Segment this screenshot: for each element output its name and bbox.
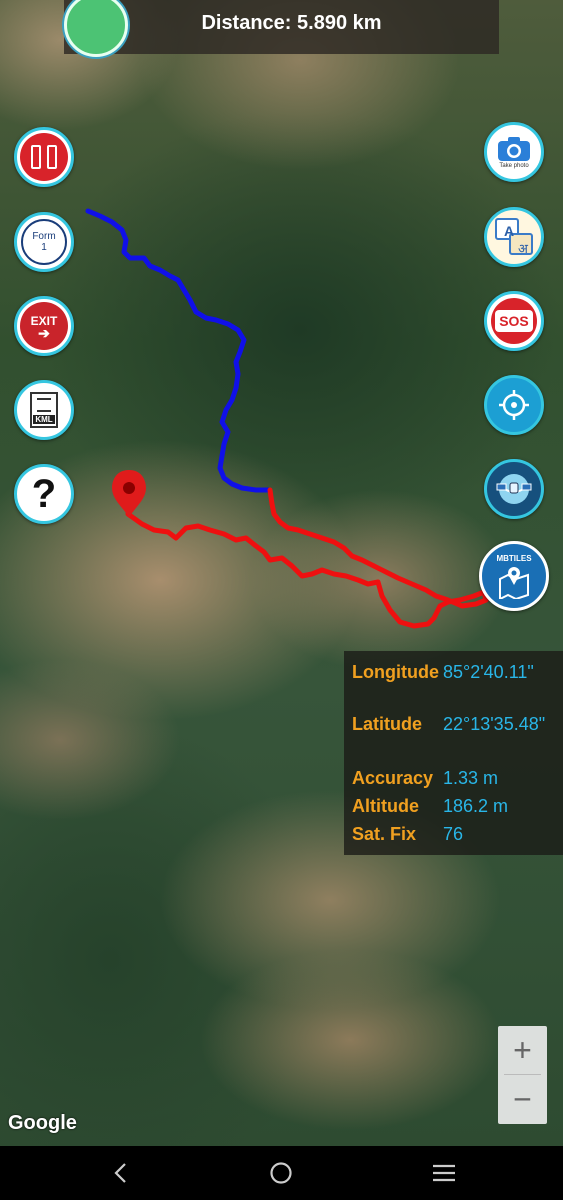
kml-export-button[interactable]: KML: [14, 380, 74, 440]
distance-bar: Distance: 5.890 km: [64, 0, 499, 54]
exit-button[interactable]: EXIT ➔: [14, 296, 74, 356]
longitude-label: Longitude: [352, 662, 439, 682]
altitude-label: Altitude: [352, 796, 419, 816]
form-number: 1: [41, 242, 47, 253]
help-icon: ?: [31, 472, 57, 516]
google-attribution: Google: [8, 1112, 77, 1134]
take-photo-button[interactable]: Take photo: [484, 122, 544, 182]
zoom-out-button[interactable]: −: [498, 1075, 547, 1123]
translate-button[interactable]: A अ: [484, 207, 544, 267]
exit-icon: EXIT ➔: [20, 302, 68, 350]
zoom-controls: + −: [498, 1026, 547, 1124]
mbtiles-button[interactable]: MBTILES: [479, 541, 549, 611]
my-location-button[interactable]: [484, 375, 544, 435]
crosshair-icon: [499, 390, 529, 420]
sos-button[interactable]: SOS: [484, 291, 544, 351]
system-navigation-bar: [0, 1146, 563, 1200]
altitude-value: 186.2 m: [443, 796, 509, 816]
translate-latin-glyph: A: [504, 223, 515, 239]
recorded-track-blue: [85, 208, 271, 493]
back-icon[interactable]: [108, 1160, 132, 1186]
satellite-layer-button[interactable]: [484, 459, 544, 519]
satellite-icon: [496, 474, 532, 504]
longitude-value: 85°2'40.11": [443, 662, 534, 682]
map-tiles-icon: [499, 566, 529, 599]
camera-icon: [498, 136, 530, 161]
sos-icon: SOS: [491, 298, 537, 344]
sos-label: SOS: [495, 310, 533, 332]
latitude-value: 22°13'35.48": [443, 714, 546, 734]
arrow-right-icon: ➔: [38, 325, 50, 341]
recorded-track-red: [125, 487, 489, 629]
accuracy-value: 1.33 m: [443, 768, 499, 788]
location-marker[interactable]: [112, 470, 146, 518]
pause-recording-button[interactable]: [14, 127, 74, 187]
satfix-label: Sat. Fix: [352, 824, 417, 844]
satfix-value: 76: [443, 824, 464, 844]
take-photo-label: Take photo: [499, 162, 529, 169]
latitude-label: Latitude: [352, 714, 422, 734]
gps-info-panel: Longitude 85°2'40.11" Latitude 22°13'35.…: [344, 651, 563, 855]
pause-icon: [20, 133, 68, 181]
translate-devanagari-glyph: अ: [518, 241, 528, 256]
form-title: Form: [32, 231, 56, 242]
distance-readout: Distance: 5.890 km: [201, 12, 382, 34]
form-icon: Form 1: [21, 219, 67, 265]
form-button[interactable]: Form 1: [14, 212, 74, 272]
help-button[interactable]: ?: [14, 464, 74, 524]
kml-label: KML: [33, 415, 55, 424]
mbtiles-label: MBTILES: [496, 553, 532, 563]
kml-file-icon: KML: [30, 392, 58, 428]
recent-apps-icon[interactable]: [430, 1160, 458, 1186]
accuracy-label: Accuracy: [352, 768, 434, 788]
zoom-in-button[interactable]: +: [498, 1026, 547, 1074]
home-icon[interactable]: [268, 1160, 294, 1186]
